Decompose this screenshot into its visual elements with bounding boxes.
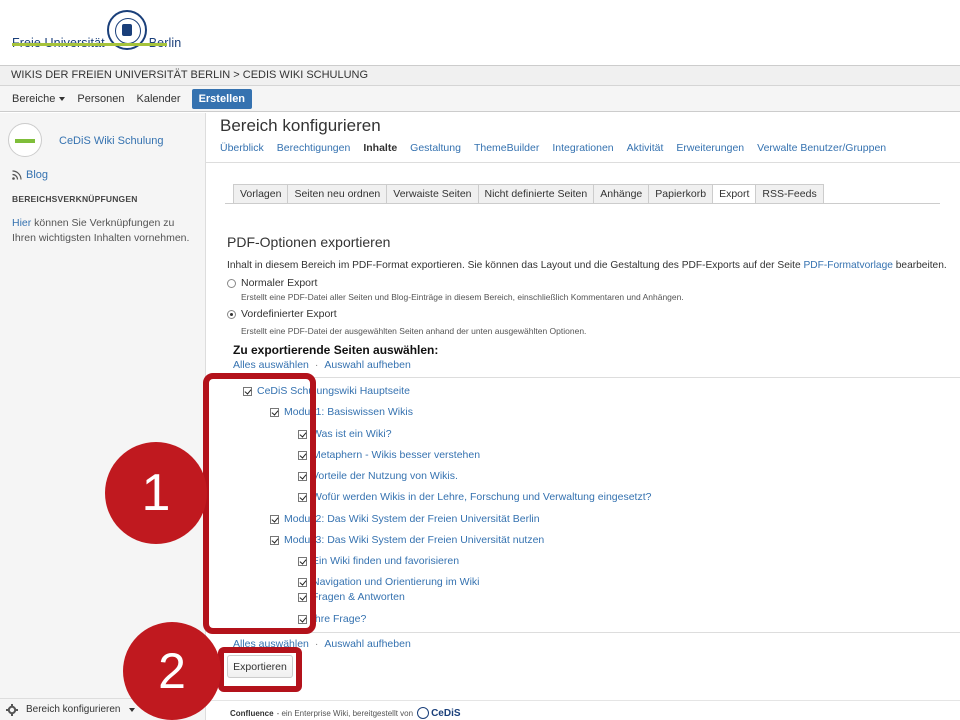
pdf-description: Inhalt in diesem Bereich im PDF-Format e… [227,260,947,271]
tree-item-label[interactable]: Ein Wiki finden und favorisieren [312,555,459,567]
subtab-export[interactable]: Export [712,184,757,204]
subtab-orphaned-pages[interactable]: Verwaiste Seiten [386,184,479,204]
normal-export-option[interactable]: Normaler Export [227,277,317,289]
pdf-options-title: PDF-Optionen exportieren [227,234,391,250]
select-pages-heading: Zu exportierende Seiten auswählen: [233,343,439,357]
rss-icon [12,170,22,180]
tab-permissions[interactable]: Berechtigungen [277,142,351,154]
subtab-rss-feeds[interactable]: RSS-Feeds [755,184,824,204]
separator: · [314,638,319,650]
create-button[interactable]: Erstellen [191,88,253,109]
sub-tabs-divider [225,203,940,204]
page-footer: Confluence - ein Enterprise Wiki, bereit… [230,707,461,719]
nav-spaces-menu[interactable]: Bereiche [6,89,71,109]
tree-item-label[interactable]: Vorteile der Nutzung von Wikis. [312,470,458,482]
tab-activity[interactable]: Aktivität [627,142,664,154]
tree-item-label[interactable]: Navigation und Orientierung im Wiki [312,576,480,588]
space-logo-icon[interactable] [8,123,42,157]
tree-item[interactable]: Wofür werden Wikis in der Lehre, Forschu… [298,491,652,503]
tree-item-label[interactable]: Ihre Frage? [312,613,366,625]
tab-add-ons[interactable]: Erweiterungen [676,142,744,154]
tab-manage-users[interactable]: Verwalte Benutzer/Gruppen [757,142,886,154]
normal-export-radio[interactable] [227,278,236,288]
tree-item[interactable]: Metaphern - Wikis besser verstehen [298,449,480,461]
tab-overview[interactable]: Überblick [220,142,264,154]
tree-item-label[interactable]: Modul 3: Das Wiki System der Freien Univ… [284,534,544,546]
selection-links-top: Alles auswählen · Auswahl aufheben [233,359,411,371]
shortcuts-hint: Hier können Sie Verknüpfungen zu Ihren w… [12,216,197,246]
tab-themebuilder[interactable]: ThemeBuilder [474,142,539,154]
tab-content[interactable]: Inhalte [363,142,397,154]
step-1-marker: 1 [105,442,207,544]
subtab-templates[interactable]: Vorlagen [233,184,289,204]
page-tree: CeDiS Schulungswiki Hauptseite Modul 1: … [233,377,960,633]
shortcuts-hint-link[interactable]: Hier [12,217,31,229]
step-2-marker: 2 [123,622,221,720]
tree-item-label[interactable]: Fragen & Antworten [312,591,405,603]
separator: · [314,359,319,371]
deselect-all-link[interactable]: Auswahl aufheben [324,638,410,650]
footer-text: - ein Enterprise Wiki, bereitgestellt vo… [276,708,414,718]
footer-divider [206,700,960,701]
tree-item[interactable]: Vorteile der Nutzung von Wikis. [298,470,458,482]
cedis-ring-icon [417,707,430,719]
predefined-export-help: Erstellt eine PDF-Datei der ausgewählten… [241,326,587,336]
tree-item-label[interactable]: Metaphern - Wikis besser verstehen [312,449,480,461]
config-tabs: Überblick Berechtigungen Inhalte Gestalt… [220,142,899,154]
normal-export-label: Normaler Export [241,277,318,289]
pdf-description-text: Inhalt in diesem Bereich im PDF-Format e… [227,260,804,271]
subtab-undefined-pages[interactable]: Nicht definierte Seiten [477,184,595,204]
sidebar-item-blog-label: Blog [26,169,49,181]
top-navigation: Bereiche Personen Kalender Erstellen [0,86,960,112]
predefined-export-radio[interactable] [227,309,236,319]
deselect-all-link[interactable]: Auswahl aufheben [324,359,410,371]
header-divider [206,162,960,163]
tab-look-and-feel[interactable]: Gestaltung [410,142,461,154]
normal-export-help: Erstellt eine PDF-Datei aller Seiten und… [241,292,684,302]
shortcuts-heading: BEREICHSVERKNÜPFUNGEN [12,194,138,204]
subtab-attachments[interactable]: Anhänge [593,184,650,204]
pdf-stylesheet-link[interactable]: PDF-Formatvorlage [803,260,892,271]
space-tools-label: Bereich konfigurieren [26,704,121,715]
nav-spaces-label: Bereiche [12,92,56,105]
nav-calendar[interactable]: Kalender [131,89,187,109]
subtab-trash[interactable]: Papierkorb [648,184,714,204]
chevron-down-icon [59,96,66,101]
nav-people[interactable]: Personen [71,89,130,109]
tree-item[interactable]: Ein Wiki finden und favorisieren [298,555,459,567]
subtab-reorder-pages[interactable]: Seiten neu ordnen [287,184,388,204]
pdf-description-end: bearbeiten. [892,260,947,271]
cedis-brand: CeDiS [431,707,461,719]
gear-icon [6,703,18,716]
tree-item[interactable]: Navigation und Orientierung im Wiki [298,576,480,588]
annotation-highlight-checkboxes [203,373,316,634]
annotation-highlight-export [218,647,302,692]
page-title: Bereich konfigurieren [220,116,381,135]
footer-product[interactable]: Confluence [230,709,274,718]
logo-bar: Freie Universität Berlin [0,0,960,65]
chevron-down-icon [128,707,135,712]
shortcuts-hint-text: können Sie Verknüpfungen zu Ihren wichti… [12,217,190,244]
content-sub-tabs: Vorlagen Seiten neu ordnen Verwaiste Sei… [233,184,824,204]
tree-item-label[interactable]: Wofür werden Wikis in der Lehre, Forschu… [312,491,652,503]
predefined-export-label: Vordefinierter Export [241,308,337,320]
tree-item-label[interactable]: Modul 2: Das Wiki System der Freien Univ… [284,513,540,525]
logo-underline [12,43,167,46]
sidebar-item-blog[interactable]: Blog [12,169,48,181]
cedis-logo[interactable]: CeDiS [417,707,461,719]
tab-integrations[interactable]: Integrationen [552,142,613,154]
tree-item-label[interactable]: Was ist ein Wiki? [312,428,392,440]
space-name-link[interactable]: CeDiS Wiki Schulung [59,135,164,147]
breadcrumb[interactable]: WIKIS DER FREIEN UNIVERSITÄT BERLIN > CE… [0,65,960,86]
select-all-link[interactable]: Alles auswählen [233,359,309,371]
predefined-export-option[interactable]: Vordefinierter Export [227,308,337,320]
